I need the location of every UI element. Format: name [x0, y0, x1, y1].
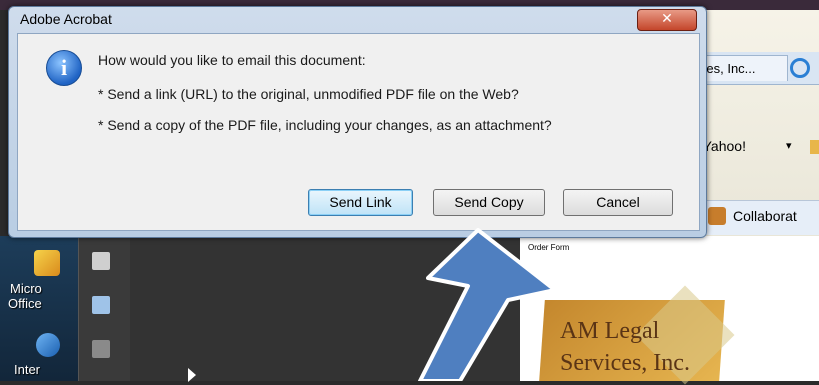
collaborate-icon[interactable] — [708, 207, 726, 225]
send-link-button[interactable]: Send Link — [308, 189, 413, 216]
email-options-dialog: Adobe Acrobat ✕ i How would you like to … — [8, 6, 707, 238]
pages-icon[interactable] — [92, 252, 110, 270]
mouse-cursor-icon — [188, 368, 196, 382]
option-send-link-text: * Send a link (URL) to the original, unm… — [98, 86, 519, 102]
logo-text-line1: AM Legal — [560, 318, 660, 344]
chevron-down-icon[interactable]: ▾ — [786, 139, 792, 152]
logo-text-line2: Services, Inc. — [560, 350, 690, 376]
desktop-icon-label[interactable]: Micro — [10, 281, 42, 296]
send-copy-button[interactable]: Send Copy — [433, 189, 545, 216]
internet-shortcut-icon[interactable] — [36, 333, 60, 357]
internet-explorer-icon[interactable] — [790, 58, 810, 78]
cancel-button[interactable]: Cancel — [563, 189, 673, 216]
dialog-title: Adobe Acrobat — [20, 11, 112, 27]
annotation-arrow-icon — [418, 228, 557, 381]
desktop-icon-label[interactable]: Inter — [14, 362, 40, 377]
info-icon: i — [46, 50, 82, 86]
option-send-copy-text: * Send a copy of the PDF file, including… — [98, 117, 552, 133]
desktop-icon-label[interactable]: Office — [8, 296, 42, 311]
folder-icon[interactable] — [810, 140, 819, 154]
attachments-icon[interactable] — [92, 340, 110, 358]
dialog-content: i How would you like to email this docum… — [17, 33, 700, 231]
dialog-question: How would you like to email this documen… — [98, 52, 366, 68]
collaborate-button[interactable]: Collaborat — [733, 208, 797, 224]
close-button[interactable]: ✕ — [637, 9, 697, 31]
bookmarks-icon[interactable] — [92, 296, 110, 314]
office-shortcut-icon[interactable] — [34, 250, 60, 276]
